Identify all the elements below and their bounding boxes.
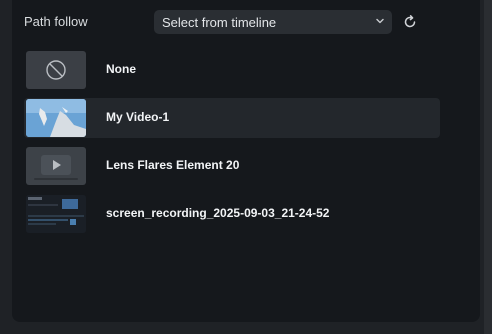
scrollbar-track[interactable] xyxy=(484,0,492,334)
path-source-item-label: My Video-1 xyxy=(106,110,170,124)
path-source-item-none[interactable]: None xyxy=(24,50,440,90)
dropdown-selected-value: Select from timeline xyxy=(162,15,277,30)
screen-recording-thumbnail xyxy=(26,195,86,233)
chevron-down-icon xyxy=(376,18,384,24)
reset-icon[interactable] xyxy=(402,14,418,30)
path-source-list: None My Video-1 Lens Flares Element 20 s… xyxy=(24,50,440,242)
play-icon xyxy=(34,155,78,180)
path-source-item-my-video[interactable]: My Video-1 xyxy=(24,98,440,138)
path-source-item-label: screen_recording_2025-09-03_21-24-52 xyxy=(106,206,330,220)
path-follow-label: Path follow xyxy=(24,14,88,29)
path-source-item-lens-flares[interactable]: Lens Flares Element 20 xyxy=(24,146,440,186)
path-source-item-label: Lens Flares Element 20 xyxy=(106,158,240,172)
none-icon xyxy=(46,60,66,80)
none-thumbnail xyxy=(26,51,86,89)
path-follow-panel: Path follow Select from timeline None My… xyxy=(12,0,480,322)
lens-flares-thumbnail xyxy=(26,147,86,185)
video-thumbnail xyxy=(26,99,86,137)
path-source-item-screen-recording[interactable]: screen_recording_2025-09-03_21-24-52 xyxy=(24,194,440,234)
screen-recording-image xyxy=(26,195,86,233)
timeline-source-dropdown[interactable]: Select from timeline xyxy=(154,10,392,34)
path-source-item-label: None xyxy=(106,62,136,76)
path-follow-header: Path follow Select from timeline xyxy=(12,10,480,34)
video-thumbnail-image xyxy=(26,99,86,137)
